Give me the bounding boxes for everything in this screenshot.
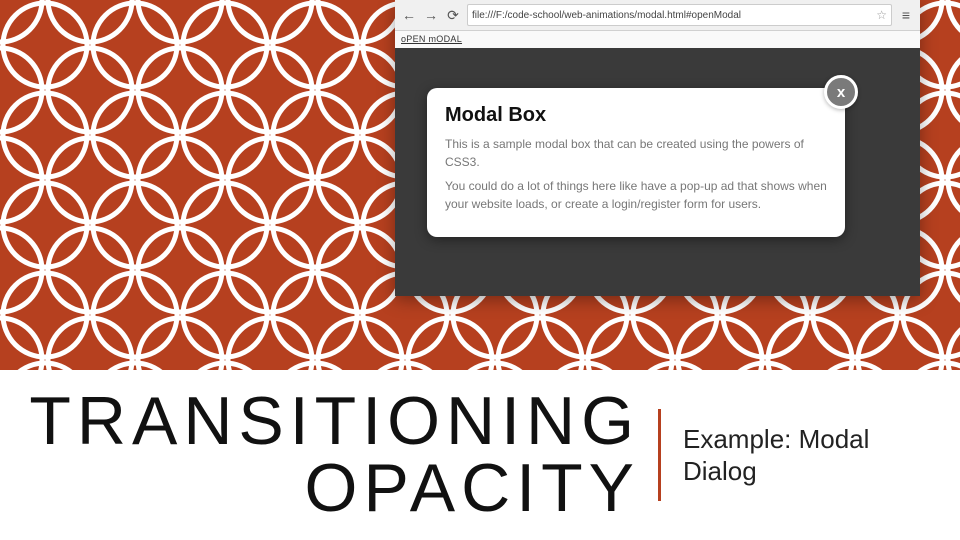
slide-title-row: TRANSITIONING OPACITY Example: Modal Dia… xyxy=(0,370,960,540)
forward-icon[interactable]: → xyxy=(423,7,439,23)
subtitle-line-1: Example: Modal xyxy=(683,423,960,456)
address-bar[interactable]: file:///F:/code-school/web-animations/mo… xyxy=(467,4,892,26)
embedded-browser-screenshot: ← → ⟳ file:///F:/code-school/web-animati… xyxy=(395,0,920,296)
bookmark-star-icon[interactable]: ☆ xyxy=(876,8,887,22)
browser-toolbar: ← → ⟳ file:///F:/code-school/web-animati… xyxy=(395,0,920,31)
title-line-2: OPACITY xyxy=(0,455,640,522)
slide-subtitle: Example: Modal Dialog xyxy=(661,423,960,488)
subtitle-line-2: Dialog xyxy=(683,455,960,488)
address-bar-url: file:///F:/code-school/web-animations/mo… xyxy=(472,10,741,21)
hamburger-menu-icon[interactable]: ≡ xyxy=(898,7,914,23)
modal-heading: Modal Box xyxy=(445,104,827,127)
back-icon[interactable]: ← xyxy=(401,7,417,23)
reload-icon[interactable]: ⟳ xyxy=(445,7,461,23)
title-line-1: TRANSITIONING xyxy=(0,388,640,455)
modal-paragraph-1: This is a sample modal box that can be c… xyxy=(445,135,827,171)
slide-main-title: TRANSITIONING OPACITY xyxy=(0,388,658,521)
modal-paragraph-2: You could do a lot of things here like h… xyxy=(445,177,827,213)
open-modal-link[interactable]: oPEN mODAL xyxy=(401,34,462,44)
modal-dialog: x Modal Box This is a sample modal box t… xyxy=(427,88,845,237)
close-icon[interactable]: x xyxy=(824,75,858,109)
slide: ← → ⟳ file:///F:/code-school/web-animati… xyxy=(0,0,960,540)
